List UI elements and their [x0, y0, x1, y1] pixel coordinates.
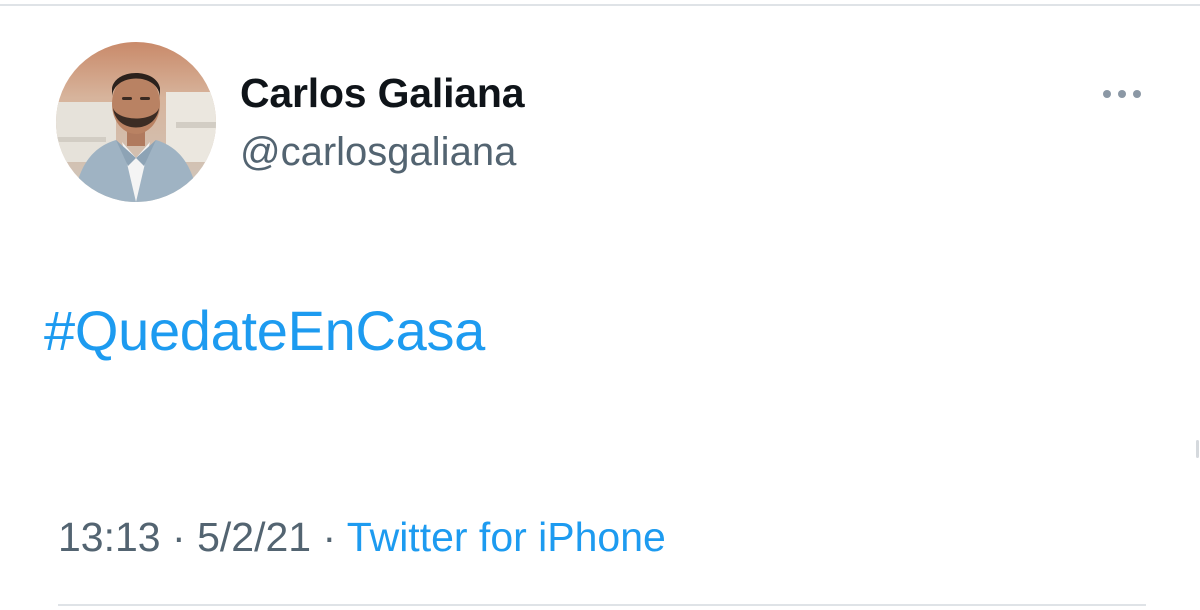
more-options-button[interactable] [1094, 78, 1150, 110]
tweet-meta: 13:13 · 5/2/21 · Twitter for iPhone [58, 514, 666, 561]
ellipsis-icon [1103, 90, 1141, 98]
tweet-time[interactable]: 13:13 [58, 514, 161, 560]
author-display-name[interactable]: Carlos Galiana [240, 70, 525, 117]
tweet-source-link[interactable]: Twitter for iPhone [347, 514, 666, 560]
avatar[interactable] [56, 42, 216, 202]
author-handle[interactable]: @carlosgaliana [240, 130, 516, 175]
meta-separator: · [322, 514, 337, 560]
bottom-divider [58, 604, 1146, 606]
top-divider [0, 4, 1200, 6]
tweet-date[interactable]: 5/2/21 [197, 514, 311, 560]
profile-photo [56, 42, 216, 202]
meta-separator: · [172, 514, 186, 560]
scroll-indicator [1196, 440, 1199, 458]
hashtag-link[interactable]: #QuedateEnCasa [44, 298, 485, 363]
tweet-detail: Carlos Galiana @carlosgaliana #QuedateEn… [0, 0, 1200, 610]
